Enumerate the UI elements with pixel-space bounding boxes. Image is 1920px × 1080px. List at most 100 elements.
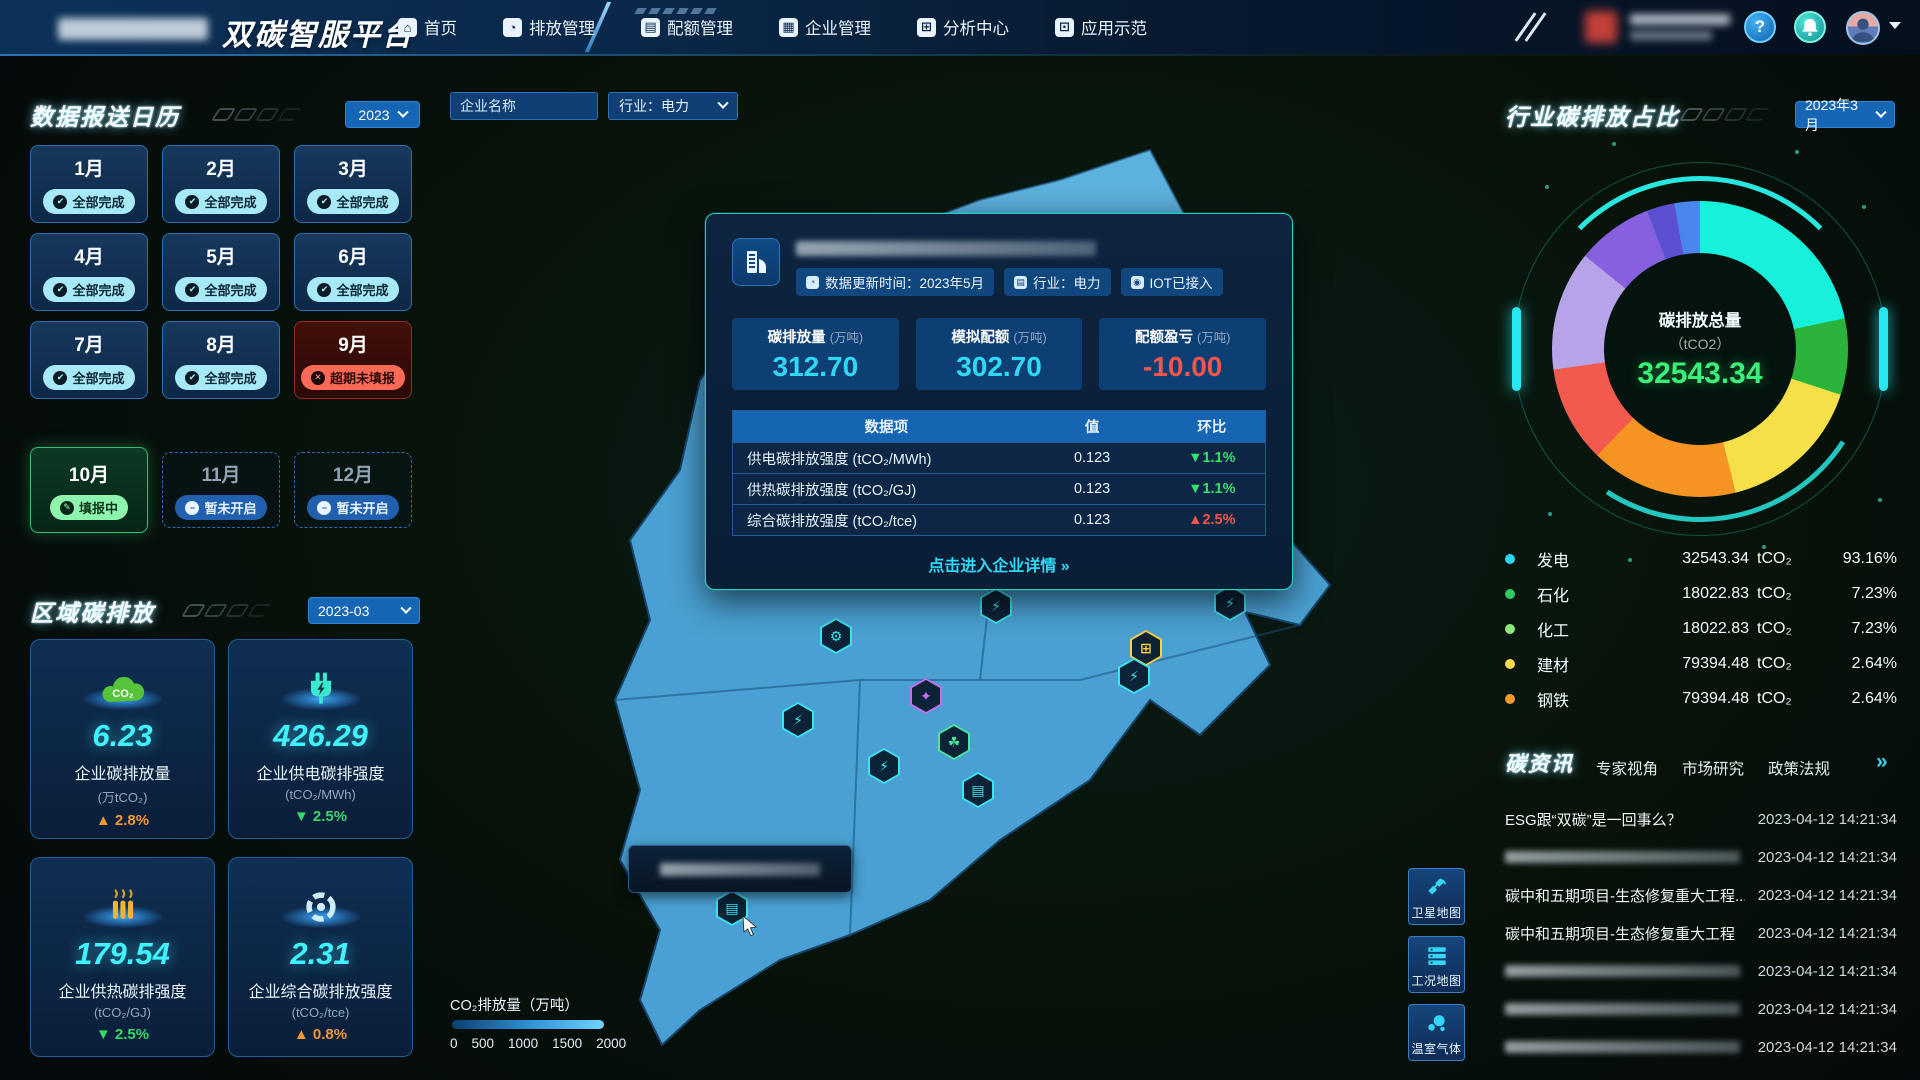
news-more-link[interactable]: » [1876,750,1888,774]
status-icon: ✔ [317,283,331,297]
calendar-month-card[interactable]: 6月 ✔全部完成 [294,233,412,311]
satellite-map-button[interactable]: 卫星地图 [1408,868,1465,925]
calendar-month-card[interactable]: 12月 −暂未开启 [294,452,412,528]
org-name-blurred [1630,14,1730,25]
news-tab-expert[interactable]: 专家视角 [1596,757,1658,779]
notifications-button[interactable] [1794,11,1826,43]
svg-text:CO₂: CO₂ [112,688,134,700]
calendar-year-select[interactable]: 2023 [345,101,420,128]
donut-center-label: 碳排放总量 [1659,307,1742,331]
tooltip-text-blurred [660,863,820,876]
calendar-month-card[interactable]: 8月 ✔全部完成 [162,321,280,399]
regional-period-select[interactable]: 2023-03 [308,597,420,624]
metric-card-heat-intensity: 179.54 企业供热碳排强度 (tCO₂/GJ) ▼ 2.5% [30,857,215,1057]
industry-legend-row: 化工18022.83 tCO₂7.23% [1505,615,1897,643]
status-icon: ✕ [311,371,325,385]
calendar-month-card[interactable]: 3月 ✔全部完成 [294,145,412,223]
calendar-title-decoration [215,108,298,121]
metric-value: 2.31 [290,936,350,972]
menu-item-emission[interactable]: ◔ 排放管理 [503,15,595,39]
donut-center: 碳排放总量 （tCO2） 32543.34 [1604,253,1796,445]
news-item[interactable]: 碳中和五期项目-生态修复重大工程2023-04-12 14:21:34 [1505,920,1897,946]
stat-balance: 配额盈亏 (万吨) -10.00 [1099,318,1266,390]
top-nav: 双碳智服平台 ⌂ 首页 ◔ 排放管理 ▤ 配额管理 ▦ 企业管理 ⊞ 分析中心 [0,0,1920,54]
industry-badge: ▤ 行业：电力 [1004,268,1111,296]
calculator-icon: ⊞ [917,18,936,37]
industry-filter-select[interactable]: 行业：电力 [608,92,738,120]
metric-label: 企业供电碳排强度 [256,760,384,784]
marker-glyph-icon: ⚙ [830,628,843,645]
menu-item-demo[interactable]: ⊡ 应用示范 [1055,15,1147,39]
industry-period-select[interactable]: 2023年3月 [1795,101,1895,128]
calendar-month-card[interactable]: 10月 ✎填报中 [30,447,148,533]
metric-label: 企业供热碳排强度 [58,978,186,1002]
calendar-month-card[interactable]: 5月 ✔全部完成 [162,233,280,311]
metric-label: 企业碳排放量 [74,760,170,784]
marker-glyph-icon: ▤ [725,900,738,917]
metric-trend: ▼ 2.5% [294,808,347,825]
popup-badges: ◔ 数据更新时间：2023年5月 ▤ 行业：电力 ◉ IOT已接入 [796,268,1223,296]
enterprise-detail-link[interactable]: 点击进入企业详情 » [732,552,1266,576]
news-item[interactable]: 2023-04-12 14:21:34 [1505,958,1897,984]
user-avatar[interactable] [1846,11,1880,45]
map-legend-ticks: 0500100015002000 [450,1036,620,1051]
news-title-redacted [1505,965,1740,977]
marker-glyph-icon: ✦ [920,688,932,705]
month-label: 10月 [69,460,109,487]
news-item[interactable]: ESG跟“双碳”是一回事么？2023-04-12 14:21:34 [1505,806,1897,832]
calendar-month-card[interactable]: 4月 ✔全部完成 [30,233,148,311]
calendar-month-card[interactable]: 11月 −暂未开启 [162,452,280,528]
org-subname-blurred [1630,31,1712,40]
company-search-input[interactable] [450,92,598,120]
menu-item-analysis[interactable]: ⊞ 分析中心 [917,15,1009,39]
update-time-badge: ◔ 数据更新时间：2023年5月 [796,268,994,296]
status-icon: ✔ [53,195,67,209]
marker-glyph-icon: ⚡ [1225,595,1235,612]
menu-item-enterprise[interactable]: ▦ 企业管理 [779,15,871,39]
building-grid-icon: ▦ [779,18,798,37]
metric-card-composite-intensity: 2.31 企业综合碳排放强度 (tCO₂/tce) ▲ 0.8% [228,857,413,1057]
metric-trend: ▼ 2.5% [96,1026,149,1043]
news-tab-policy[interactable]: 政策法规 [1768,757,1830,779]
status-icon: ✔ [185,283,199,297]
news-item[interactable]: 2023-04-12 14:21:34 [1505,844,1897,870]
news-item[interactable]: 碳中和五期项目-生态修复重大工程...2023-04-12 14:21:34 [1505,882,1897,908]
map-hover-tooltip [628,845,852,893]
metric-label: 企业综合碳排放强度 [248,978,392,1002]
menu-item-home[interactable]: ⌂ 首页 [398,15,457,39]
month-status-badge: ✔全部完成 [307,189,398,214]
news-title-redacted [1505,851,1740,863]
news-item[interactable]: 2023-04-12 14:21:34 [1505,996,1897,1022]
month-label: 11月 [201,460,240,487]
gauge-icon: ◔ [503,18,522,37]
calendar-month-card[interactable]: 2月 ✔全部完成 [162,145,280,223]
news-item[interactable]: 2023-04-12 14:21:34 [1505,1034,1897,1060]
calendar-panel-title: 数据报送日历 [30,98,180,132]
news-tab-market[interactable]: 市场研究 [1682,757,1744,779]
greenhouse-gas-button[interactable]: 温室气体 [1408,1004,1465,1061]
gas-molecule-icon [1425,1012,1449,1036]
month-label: 7月 [74,330,104,357]
avatar-dropdown-caret[interactable] [1889,22,1901,29]
industry-title-decoration [1683,108,1766,121]
map-legend-label: CO₂排放量（万吨） [450,994,579,1015]
marker-glyph-icon: ⚡ [991,598,1001,615]
metric-value: 426.29 [273,718,368,754]
calendar-month-card[interactable]: 9月 ✕超期未填报 [294,321,412,399]
dashboard-root: 双碳智服平台 ⌂ 首页 ◔ 排放管理 ▤ 配额管理 ▦ 企业管理 ⊞ 分析中心 [0,0,1920,1080]
trend-arrow-icon: ▲ [1188,512,1202,528]
trend-arrow-icon: ▼ [1188,481,1202,497]
menu-item-quota[interactable]: ▤ 配额管理 [641,15,733,39]
calendar-month-card[interactable]: 1月 ✔全部完成 [30,145,148,223]
calendar-month-card[interactable]: 7月 ✔全部完成 [30,321,148,399]
month-status-badge: ✕超期未填报 [301,365,405,390]
metric-trend: ▲ 2.8% [96,812,149,829]
operating-map-button[interactable]: 工况地图 [1408,936,1465,993]
status-icon: ✔ [185,371,199,385]
month-label: 9月 [338,330,368,357]
app-title: 双碳智服平台 [222,10,414,54]
donut-decor-bar-right [1879,307,1888,391]
help-button[interactable]: ? [1744,11,1776,43]
table-row: 供热碳排放强度 (tCO₂/GJ) 0.123 ▼1.1% [733,473,1265,504]
table-row: 供电碳排放强度 (tCO₂/MWh) 0.123 ▼1.1% [733,442,1265,473]
